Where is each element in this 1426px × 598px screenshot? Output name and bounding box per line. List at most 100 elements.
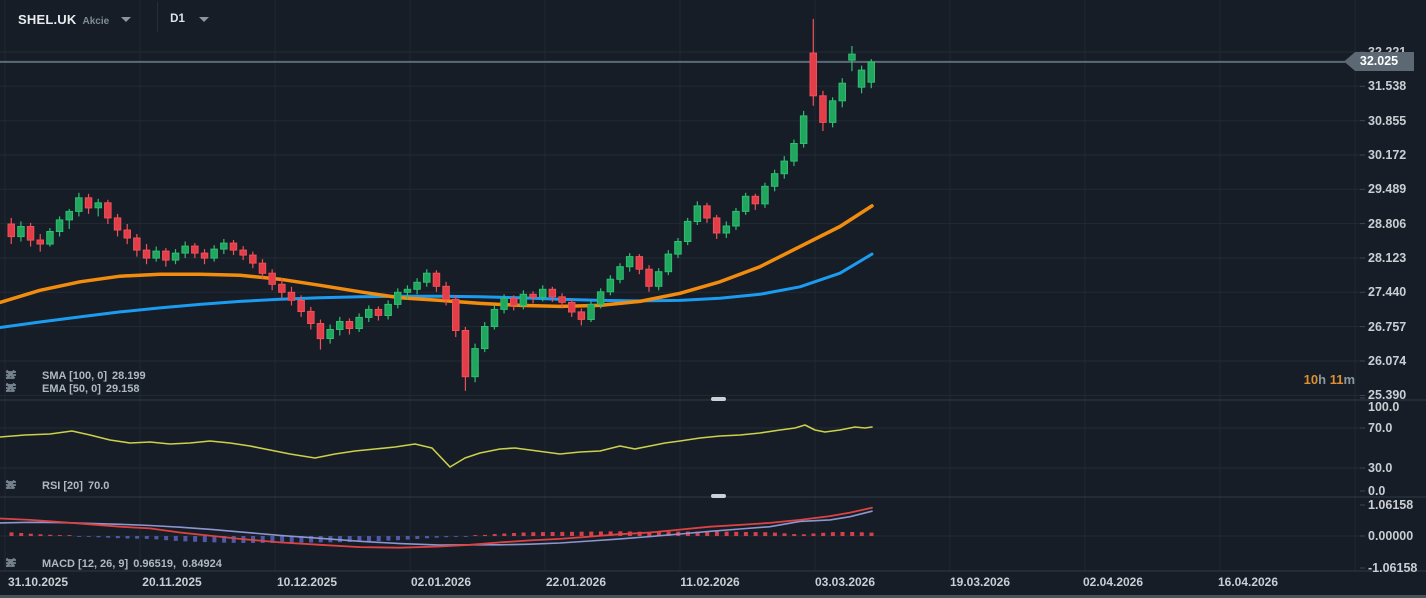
candle-body	[143, 250, 150, 258]
candle-body	[607, 279, 614, 292]
close-icon[interactable]	[22, 383, 34, 395]
sma-label: SMA [100, 0]	[42, 370, 107, 382]
candle-body	[288, 292, 295, 300]
price-axis-label: 30.172	[1368, 148, 1406, 162]
candle-body	[858, 70, 865, 87]
candle-body	[105, 203, 112, 218]
macd-histogram-bar	[415, 536, 419, 539]
macd-histogram-bar	[68, 535, 72, 536]
candle-body	[549, 289, 556, 297]
macd-label: MACD [12, 26, 9]	[42, 558, 128, 570]
date-axis-label: 02.04.2026	[1083, 575, 1143, 589]
ema-value: 29.158	[106, 383, 140, 395]
macd-histogram-bar	[821, 533, 825, 536]
macd-histogram-bar	[164, 536, 168, 540]
candle-body	[723, 226, 730, 233]
candle-body	[733, 211, 740, 226]
symbol-selector[interactable]: SHEL.UK Akcie	[0, 12, 131, 27]
ema-legend: EMA [50, 0] 29.158	[5, 382, 140, 395]
candle-body	[472, 349, 479, 377]
candle-body	[240, 250, 247, 255]
candle-body	[771, 174, 778, 187]
macd-histogram-bar	[870, 533, 874, 536]
macd-histogram-bar	[792, 534, 796, 536]
macd-histogram-bar	[10, 532, 14, 536]
macd-histogram-bar	[802, 534, 806, 536]
candle-body	[182, 246, 189, 253]
instrument-type: Akcie	[82, 16, 109, 27]
candle-body	[569, 302, 576, 312]
candle-body	[66, 211, 73, 220]
date-axis-label: 10.12.2025	[277, 575, 337, 589]
price-axis-label: 26.757	[1368, 320, 1406, 334]
close-icon[interactable]	[22, 370, 34, 382]
macd-histogram-bar	[454, 536, 458, 537]
macd-histogram-bar	[473, 535, 477, 536]
candle-body	[172, 253, 179, 260]
chevron-down-icon[interactable]	[199, 17, 209, 22]
price-axis-label: 28.123	[1368, 251, 1406, 265]
rsi-panel-resize-handle[interactable]	[711, 397, 726, 401]
macd-histogram-bar	[19, 533, 23, 536]
macd-histogram-bar	[502, 534, 506, 537]
macd-histogram-bar	[483, 535, 487, 536]
macd-histogram-bar	[87, 536, 91, 537]
macd-histogram-bar	[580, 532, 584, 536]
macd-histogram-bar	[725, 532, 729, 536]
macd-histogram-bar	[193, 536, 197, 542]
candle-body	[511, 298, 518, 305]
macd-histogram-bar	[77, 536, 81, 537]
macd-histogram-bar	[261, 536, 265, 543]
price-axis-label: 26.074	[1368, 354, 1406, 368]
rsi-axis-label: 30.0	[1368, 461, 1392, 475]
rsi-axis-label: 70.0	[1368, 421, 1392, 435]
candle-body	[829, 101, 836, 123]
candle-body	[752, 196, 759, 204]
candle-body	[626, 257, 633, 267]
macd-line	[0, 508, 872, 548]
macd-value: 0.96519, 0.84924	[133, 558, 222, 570]
close-icon[interactable]	[22, 558, 34, 570]
macd-histogram-bar	[560, 532, 564, 536]
chevron-down-icon[interactable]	[121, 17, 131, 22]
trading-chart-window: SHEL.UK Akcie D1 32.025 10h 11m SMA [100…	[0, 0, 1426, 598]
candle-body	[501, 298, 508, 309]
candle-body	[385, 304, 392, 315]
macd-histogram-bar	[183, 536, 187, 541]
candle-body	[597, 292, 604, 305]
timeframe-selector[interactable]: D1	[158, 13, 209, 25]
macd-axis-label: 0.00000	[1368, 529, 1413, 543]
price-axis-label: 29.489	[1368, 182, 1406, 196]
candle-body	[742, 196, 749, 211]
candle-body	[8, 224, 15, 237]
candle-body	[356, 317, 363, 328]
macd-histogram-bar	[551, 532, 555, 536]
macd-histogram-bar	[145, 536, 149, 539]
countdown-minutes: 11	[1330, 372, 1344, 387]
rsi-label: RSI [20]	[42, 480, 83, 492]
candle-body	[588, 304, 595, 319]
macd-histogram-bar	[589, 532, 593, 536]
macd-histogram-bar	[203, 536, 207, 542]
candle-body	[559, 297, 566, 303]
macd-histogram-bar	[541, 532, 545, 536]
candle-body	[443, 286, 450, 299]
macd-panel-resize-handle[interactable]	[711, 494, 726, 498]
rsi-axis-label: 0.0	[1368, 484, 1385, 498]
chart-canvas[interactable]	[0, 0, 1426, 598]
countdown-minutes-unit: m	[1343, 372, 1355, 387]
macd-histogram-bar	[763, 532, 767, 536]
candle-body	[114, 218, 121, 230]
close-icon[interactable]	[22, 480, 34, 492]
candle-body	[762, 186, 769, 204]
candle-body	[433, 273, 440, 286]
candle-body	[414, 282, 421, 289]
rsi-line	[0, 425, 872, 467]
macd-histogram-bar	[126, 536, 130, 539]
candle-body	[820, 96, 827, 123]
date-axis-label: 31.10.2025	[8, 575, 68, 589]
ema-label: EMA [50, 0]	[42, 383, 101, 395]
timeframe-value: D1	[170, 13, 185, 25]
date-axis-label: 02.01.2026	[411, 575, 471, 589]
candle-body	[221, 243, 228, 249]
